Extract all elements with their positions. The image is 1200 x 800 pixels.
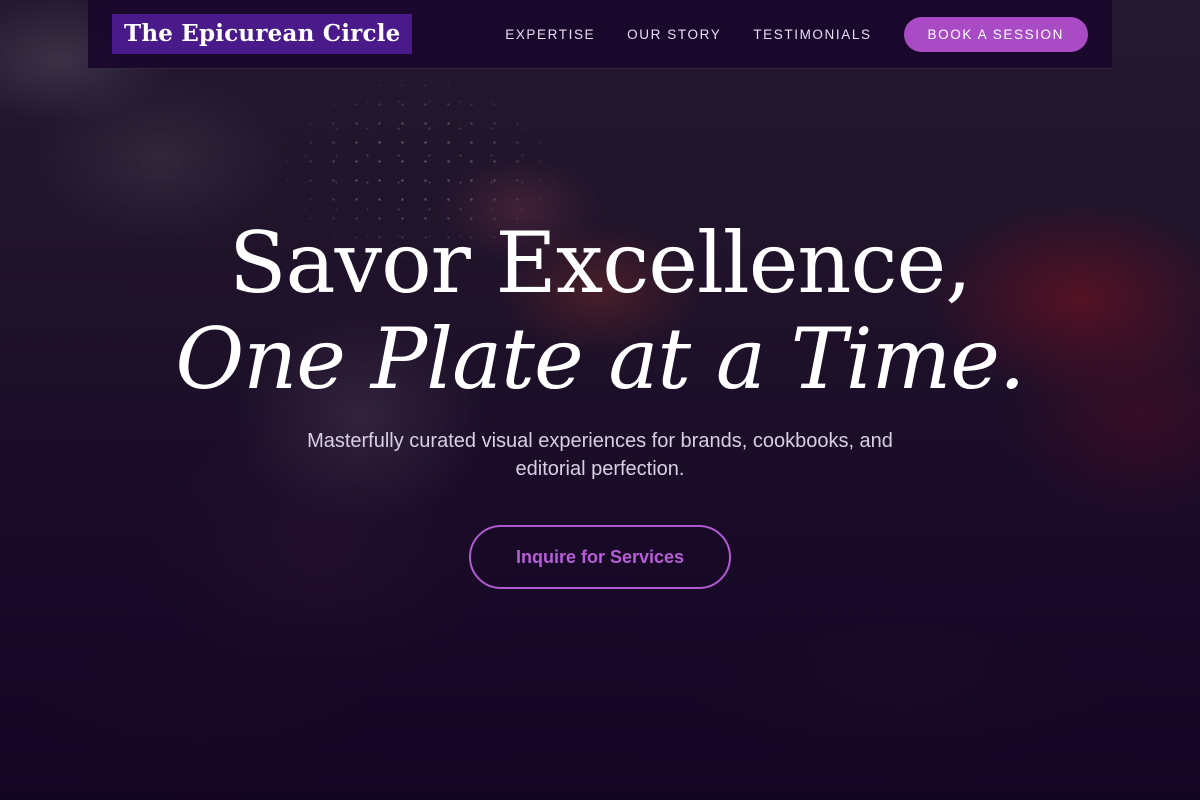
- hero-subtext: Masterfully curated visual experiences f…: [307, 430, 893, 480]
- hero-section: The Epicurean Circle EXPERTISE OUR STORY…: [0, 0, 1200, 800]
- nav-link-our-story[interactable]: OUR STORY: [627, 27, 721, 42]
- headline-line-2: One Plate at a Time.: [175, 310, 1025, 408]
- nav-link-testimonials[interactable]: TESTIMONIALS: [753, 27, 871, 42]
- hero-content: Savor Excellence, One Plate at a Time. M…: [0, 215, 1200, 589]
- main-nav: EXPERTISE OUR STORY TESTIMONIALS BOOK A …: [473, 16, 1088, 52]
- nav-link-expertise[interactable]: EXPERTISE: [505, 27, 595, 42]
- brand-logo[interactable]: The Epicurean Circle: [112, 14, 413, 54]
- site-header: The Epicurean Circle EXPERTISE OUR STORY…: [88, 0, 1112, 69]
- hero-headline: Savor Excellence, One Plate at a Time.: [0, 215, 1200, 407]
- inquire-services-button[interactable]: Inquire for Services: [469, 525, 731, 589]
- headline-line-1: Savor Excellence,: [229, 214, 972, 312]
- book-session-button[interactable]: BOOK A SESSION: [903, 16, 1088, 52]
